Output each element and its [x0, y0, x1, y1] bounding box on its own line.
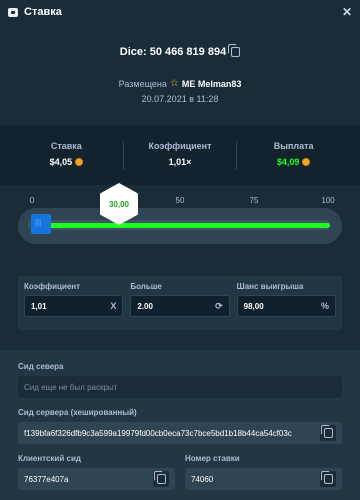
nonce-field[interactable]: 74060 — [185, 468, 342, 490]
bet-id-label: Dice: 50 466 819 894 — [119, 46, 227, 58]
refresh-icon[interactable]: ⟳ — [215, 301, 223, 312]
server-seed-label: Сид севера — [18, 362, 64, 371]
slider-tick: 50 — [175, 196, 185, 205]
copy-icon — [153, 471, 166, 484]
ticket-icon — [8, 7, 18, 17]
stat-multiplier: Коэффициент 1,01× — [122, 140, 237, 170]
multiplier-suffix: X — [110, 301, 117, 311]
stat-multiplier-label: Коэффициент — [148, 140, 212, 151]
copy-icon — [320, 425, 333, 438]
param-over-label: Больше — [130, 282, 162, 291]
seed-row: Клиентский сид 76377e407a Номер ставки 7… — [18, 454, 342, 500]
over-value: 2.00 — [137, 301, 153, 311]
bet-params: Коэффициент 1,01 X Больше 2.00 ⟳ Шанс вы… — [18, 276, 342, 330]
coin-icon — [302, 157, 311, 166]
seeds-panel: Сид севера Сид еще не был раскрыт Сид се… — [0, 350, 360, 500]
param-chance: Шанс выигрыша 98,00 % — [236, 282, 336, 324]
copy-hashed-button[interactable] — [320, 425, 336, 441]
copy-nonce-button[interactable] — [320, 471, 336, 487]
chance-field[interactable]: 98,00 % — [236, 295, 336, 317]
stat-payout-value: $4,09 — [277, 157, 311, 167]
stat-payout-label: Выплата — [273, 140, 314, 151]
stat-multiplier-value: 1,01× — [168, 156, 192, 167]
username-link[interactable]: ME Melman83 — [182, 79, 242, 89]
stat-bet: Ставка $4,05 — [10, 141, 123, 170]
hashed-seed-value: f139bfa6f326dfb9c3a599a19979fd00cb0eca73… — [24, 428, 292, 438]
placed-label: Размещена — [118, 78, 167, 89]
client-seed-group: Клиентский сид 76377e407a — [18, 454, 175, 500]
server-seed-placeholder: Сид еще не был раскрыт — [24, 382, 118, 392]
bet-info: Dice: 50 466 819 894 Размещена ☆ ME Melm… — [0, 24, 360, 104]
nonce-label: Номер ставки — [185, 454, 240, 463]
bet-date: 20.07.2021 в 11:28 — [141, 94, 219, 104]
param-over: Больше 2.00 ⟳ — [130, 282, 230, 324]
slider-fill — [40, 223, 330, 228]
param-multiplier: Коэффициент 1,01 X — [24, 282, 124, 324]
nonce-group: Номер ставки 74060 — [185, 454, 342, 500]
close-icon[interactable]: ✕ — [342, 5, 352, 19]
stat-payout: Выплата $4,09 — [236, 140, 350, 170]
bet-amount: $4,05 — [49, 156, 73, 167]
star-icon: ☆ — [169, 78, 179, 89]
modal-title: Ставка — [24, 6, 62, 18]
slider-tick: 75 — [249, 196, 259, 205]
copy-client-button[interactable] — [153, 471, 169, 487]
modal-header: Ставка ✕ — [0, 0, 360, 24]
coin-icon — [75, 157, 84, 166]
chance-value: 98,00 — [243, 301, 264, 311]
nonce-value: 74060 — [191, 474, 214, 484]
payout-amount: $4,09 — [276, 156, 300, 167]
stat-bet-value: $4,05 — [50, 157, 84, 167]
server-seed-field[interactable]: Сид еще не был раскрыт — [18, 376, 342, 398]
copy-icon — [320, 471, 333, 484]
client-seed-label: Клиентский сид — [18, 454, 81, 463]
stats-panel: Ставка $4,05 Коэффициент 1,01× Выплата $… — [0, 125, 360, 185]
slider-tick: 0 — [29, 196, 35, 205]
multiplier-value: 1,01 — [31, 301, 47, 311]
slider-handle[interactable] — [31, 214, 51, 234]
client-seed-value: 76377e407a — [24, 474, 69, 484]
chance-suffix: % — [320, 301, 329, 311]
stat-bet-label: Ставка — [50, 140, 82, 151]
over-field[interactable]: 2.00 ⟳ — [130, 295, 230, 317]
client-seed-field[interactable]: 76377e407a — [18, 468, 175, 490]
placed-by: Размещена ☆ ME Melman83 — [0, 78, 360, 89]
param-chance-label: Шанс выигрыша — [236, 282, 304, 291]
multiplier-field[interactable]: 1,01 X — [24, 295, 124, 317]
hashed-seed-label: Сид сервера (хешированный) — [18, 408, 137, 417]
slider-tick: 100 — [321, 196, 335, 205]
copy-icon[interactable] — [228, 44, 241, 57]
bet-id: Dice: 50 466 819 894 — [119, 44, 241, 58]
param-multiplier-label: Коэффициент — [24, 282, 81, 291]
hashed-seed-field[interactable]: f139bfa6f326dfb9c3a599a19979fd00cb0eca73… — [18, 422, 342, 444]
